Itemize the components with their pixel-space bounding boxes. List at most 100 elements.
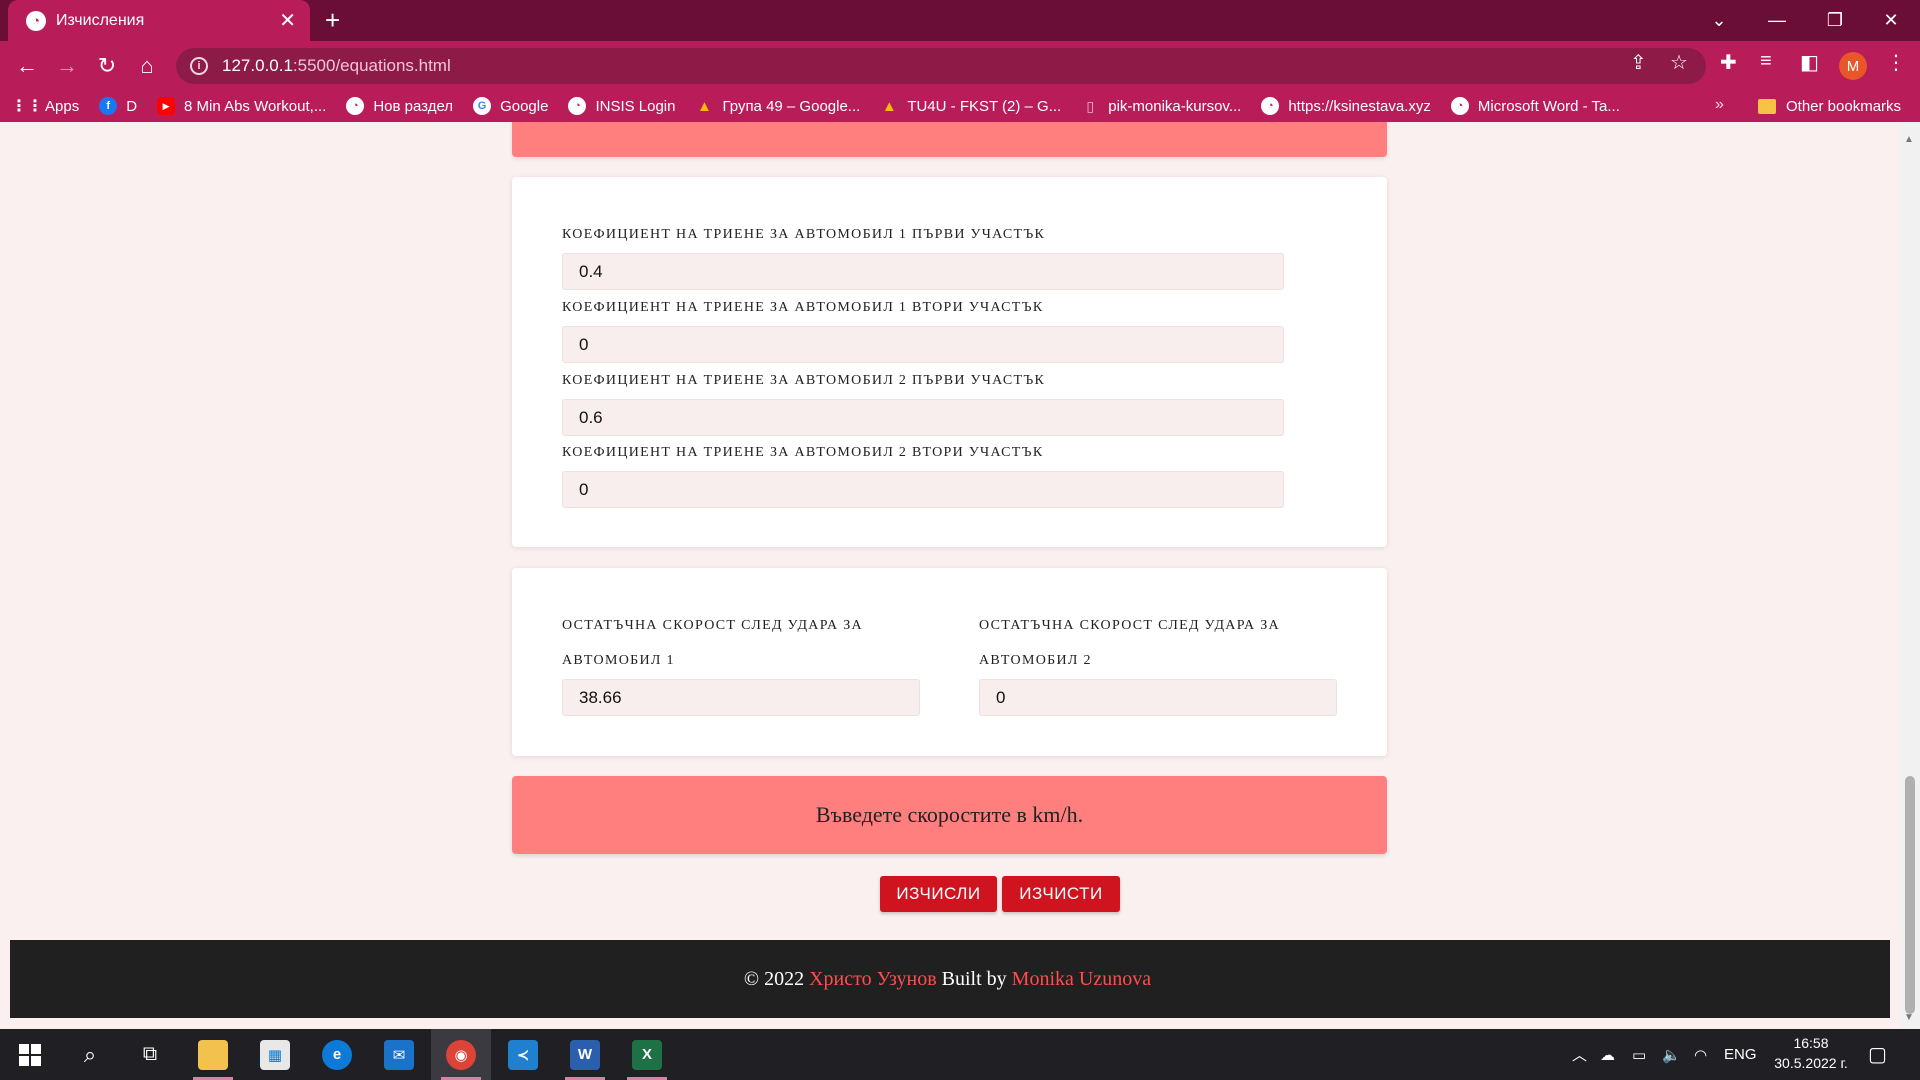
media-control-icon[interactable]: ≡ bbox=[1760, 50, 1772, 73]
address-bar[interactable]: i 127.0.0.1:5500/equations.html bbox=[176, 48, 1706, 84]
new-tab-icon[interactable]: + bbox=[325, 6, 340, 34]
footer-builder-link[interactable]: Monika Uzunova bbox=[1012, 968, 1151, 991]
home-icon[interactable]: ⌂ bbox=[132, 51, 162, 81]
friction-car1-seg2-input[interactable]: 0 bbox=[562, 326, 1284, 363]
residual-car2-input[interactable]: 0 bbox=[979, 679, 1337, 716]
footer-copyright: © 2022 bbox=[743, 967, 805, 990]
notifications-icon[interactable]: ▢ bbox=[1868, 1029, 1887, 1080]
calculate-button[interactable]: ИЗЧИСЛИ bbox=[880, 876, 997, 912]
friction-car2-seg2-input[interactable]: 0 bbox=[562, 471, 1284, 508]
site-info-icon[interactable]: i bbox=[190, 57, 208, 75]
scroll-down-icon[interactable]: ▼ bbox=[1904, 1012, 1914, 1023]
extensions-puzzle-icon[interactable]: ✚ bbox=[1720, 50, 1737, 75]
bookmark-label: Нов раздел bbox=[373, 97, 454, 115]
url-path: :5500/equations.html bbox=[292, 56, 451, 75]
bookmarks-bar: ⋮⋮ Apps fD ▶ 8 Min Abs Workout,... ◔ Нов ра… bbox=[0, 90, 1920, 122]
excel-icon[interactable]: X bbox=[617, 1029, 677, 1080]
close-window-icon[interactable]: ✕ bbox=[1862, 0, 1920, 41]
other-bookmarks[interactable]: Other bookmarks bbox=[1758, 90, 1901, 122]
wifi-icon[interactable]: ◠ bbox=[1694, 1029, 1707, 1080]
battery-icon[interactable]: ▭ bbox=[1632, 1029, 1646, 1080]
store-icon[interactable]: ▦ bbox=[245, 1029, 305, 1080]
bookmark-label: TU4U - FKST (2) – G... bbox=[907, 97, 1062, 115]
friction-car1-seg1-label: Коефициент на триене за автомобил 1 първ… bbox=[562, 227, 1046, 242]
bookmark-insis[interactable]: ◔ INSIS Login bbox=[568, 97, 675, 115]
youtube-icon: ▶ bbox=[157, 97, 176, 115]
bookmark-label: Apps bbox=[45, 97, 80, 115]
task-view-icon[interactable]: ⧉ bbox=[120, 1029, 180, 1080]
friction-car2-seg2-label: Коефициент на триене за автомобил 2 втор… bbox=[562, 445, 1044, 460]
page-footer: © 2022 Христо Узунов Built by Monika Uzu… bbox=[10, 940, 1890, 1018]
forward-arrow-icon[interactable]: → bbox=[52, 51, 82, 81]
bookmark-facebook[interactable]: fD bbox=[99, 97, 137, 115]
drive-icon: ▲ bbox=[881, 97, 897, 115]
friction-car1-seg2-label: Коефициент на триене за автомобил 1 втор… bbox=[562, 300, 1044, 315]
bookmark-pik[interactable]: ▯ pik-monika-kursov... bbox=[1081, 97, 1241, 115]
onedrive-icon[interactable]: ☁ bbox=[1600, 1029, 1615, 1080]
tab-search-chevron-icon[interactable]: ⌄ bbox=[1690, 0, 1748, 41]
system-clock[interactable]: 16:58 30.5.2022 г. bbox=[1763, 1033, 1859, 1073]
back-arrow-icon[interactable]: ← bbox=[12, 51, 42, 81]
bookmark-label: Microsoft Word - Ta... bbox=[1477, 97, 1620, 115]
profile-avatar[interactable]: M bbox=[1839, 52, 1867, 80]
globe-icon: ◔ bbox=[1261, 97, 1280, 115]
bookmark-apps[interactable]: ⋮⋮ Apps bbox=[11, 97, 80, 116]
browser-menu-icon[interactable]: ⋮ bbox=[1886, 50, 1906, 75]
chrome-page-icon: ◔ bbox=[26, 10, 46, 31]
windows-taskbar: ⌕ ⧉ ▦ e ✉ ◉ ≺ W X ︿ ☁ ▭ 🔈 ◠ ENG 16:58 30… bbox=[0, 1029, 1920, 1080]
bookmark-label: Група 49 – Google... bbox=[722, 97, 861, 115]
chrome-taskbar-icon[interactable]: ◉ bbox=[431, 1029, 491, 1080]
facebook-icon: f bbox=[99, 97, 118, 115]
scroll-thumb[interactable] bbox=[1905, 776, 1915, 1014]
clear-button[interactable]: ИЗЧИСТИ bbox=[1002, 876, 1120, 912]
search-icon[interactable]: ⌕ bbox=[60, 1029, 120, 1080]
close-tab-icon[interactable]: ✕ bbox=[279, 8, 296, 33]
friction-car1-seg1-input[interactable]: 0.4 bbox=[562, 253, 1284, 290]
share-icon[interactable]: ⇪ bbox=[1630, 50, 1647, 75]
bookmark-new-section[interactable]: ◔ Нов раздел bbox=[346, 97, 453, 115]
globe-icon: ◔ bbox=[346, 97, 365, 115]
residual-car2-label: Остатъчна скорост след удара за bbox=[979, 618, 1280, 633]
browser-tab-strip: ◔ Изчисления ✕ + ⌄ — ❐ ✕ bbox=[0, 0, 1920, 41]
globe-icon: ◔ bbox=[568, 97, 587, 115]
scroll-up-icon[interactable]: ▲ bbox=[1904, 134, 1914, 145]
bookmark-word[interactable]: ◔ Microsoft Word - Ta... bbox=[1450, 97, 1620, 115]
bookmark-ksinestava[interactable]: ◔ https://ksinestava.xyz bbox=[1261, 97, 1431, 115]
bookmark-star-icon[interactable]: ☆ bbox=[1670, 50, 1688, 75]
friction-car2-seg1-label: Коефициент на триене за автомобил 2 първ… bbox=[562, 373, 1046, 388]
bookmark-label: pik-monika-kursov... bbox=[1108, 97, 1242, 115]
units-notice: Въведете скоростите в km/h. bbox=[512, 776, 1387, 854]
side-panel-icon[interactable]: ◧ bbox=[1800, 50, 1819, 75]
restore-icon[interactable]: ❐ bbox=[1806, 0, 1864, 41]
footer-author-link[interactable]: Христо Узунов bbox=[809, 968, 937, 991]
residual-car1-label: Остатъчна скорост след удара за bbox=[562, 618, 863, 633]
file-explorer-icon[interactable] bbox=[183, 1029, 243, 1080]
language-indicator[interactable]: ENG bbox=[1724, 1029, 1757, 1080]
edge-icon[interactable]: e bbox=[307, 1029, 367, 1080]
bookmark-group49[interactable]: ▲ Група 49 – Google... bbox=[695, 97, 860, 115]
tab-title: Изчисления bbox=[56, 11, 145, 29]
volume-icon[interactable]: 🔈 bbox=[1662, 1029, 1681, 1080]
bookmarks-overflow-icon[interactable]: » bbox=[1715, 96, 1724, 114]
clock-time: 16:58 bbox=[1793, 1035, 1829, 1051]
vscode-icon[interactable]: ≺ bbox=[493, 1029, 553, 1080]
bookmark-youtube[interactable]: ▶ 8 Min Abs Workout,... bbox=[157, 97, 326, 115]
globe-icon: ◔ bbox=[1450, 97, 1469, 115]
friction-car2-seg1-input[interactable]: 0.6 bbox=[562, 399, 1284, 436]
clock-date: 30.5.2022 г. bbox=[1774, 1055, 1848, 1071]
bookmark-google[interactable]: G Google bbox=[473, 97, 548, 115]
page-scrollbar[interactable]: ▲ ▼ bbox=[1900, 122, 1920, 1029]
tray-chevron-icon[interactable]: ︿ bbox=[1572, 1029, 1587, 1080]
residual-speed-card: Остатъчна скорост след удара за автомоби… bbox=[512, 568, 1387, 756]
bookmark-tu4u[interactable]: ▲ TU4U - FKST (2) – G... bbox=[880, 97, 1061, 115]
browser-toolbar: ← → ↻ ⌂ i 127.0.0.1:5500/equations.html … bbox=[0, 41, 1920, 90]
residual-car1-input[interactable]: 38.66 bbox=[562, 679, 920, 716]
mail-icon[interactable]: ✉ bbox=[369, 1029, 429, 1080]
reload-icon[interactable]: ↻ bbox=[92, 51, 122, 81]
minimize-icon[interactable]: — bbox=[1748, 0, 1806, 41]
windows-start-icon[interactable] bbox=[0, 1029, 60, 1080]
apps-grid-icon: ⋮⋮ bbox=[11, 98, 43, 115]
residual-car2-label-line2: автомобил 2 bbox=[979, 653, 1092, 668]
browser-tab[interactable]: ◔ Изчисления ✕ bbox=[8, 0, 310, 41]
word-icon[interactable]: W bbox=[555, 1029, 615, 1080]
